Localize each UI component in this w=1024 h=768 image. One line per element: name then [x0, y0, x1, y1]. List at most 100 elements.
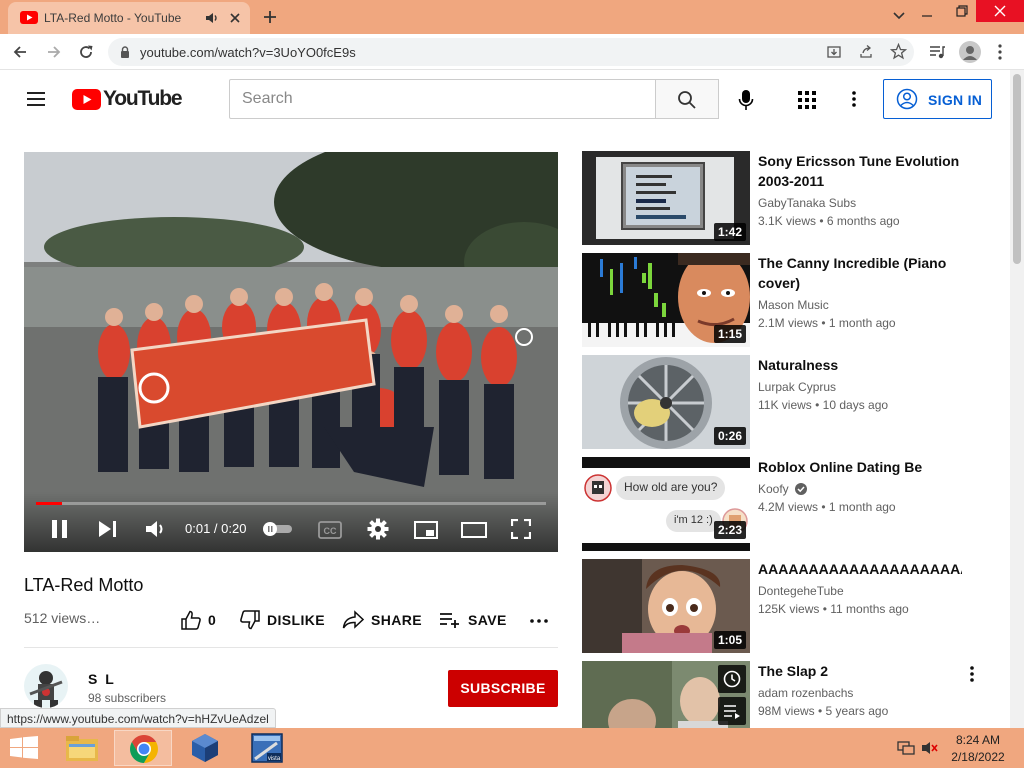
recommendation-title[interactable]: Sony Ericsson Tune Evolution 2003-2011: [758, 151, 963, 191]
subscribe-button[interactable]: SUBSCRIBE: [448, 670, 558, 707]
recommendation-title[interactable]: The Canny Incredible (Piano cover): [758, 253, 963, 293]
share-page-icon[interactable]: [858, 44, 874, 60]
forward-arrow-icon[interactable]: [46, 44, 62, 60]
virtualbox-taskbar-button[interactable]: [176, 730, 234, 766]
hamburger-menu-icon[interactable]: [26, 91, 46, 107]
recommendation-channel[interactable]: Lurpak Cyprus: [758, 380, 836, 394]
settings-gear-icon[interactable]: [367, 518, 389, 540]
pause-icon[interactable]: [51, 519, 69, 539]
vista-app-taskbar-button[interactable]: vista: [238, 730, 296, 766]
install-app-icon[interactable]: [826, 44, 842, 60]
channel-name[interactable]: S L: [88, 671, 116, 687]
back-arrow-icon[interactable]: [12, 44, 28, 60]
recommendation-channel[interactable]: adam rozenbachs: [758, 686, 853, 700]
browser-tab[interactable]: LTA-Red Motto - YouTube: [8, 2, 250, 34]
watch-later-button[interactable]: [718, 665, 746, 693]
recommendation-channel[interactable]: Mason Music: [758, 298, 829, 312]
start-menu-icon[interactable]: [10, 736, 38, 760]
page-scrollbar[interactable]: [1010, 70, 1024, 728]
volume-muted-icon[interactable]: [921, 740, 939, 756]
recommendation-title[interactable]: The Slap 2: [758, 661, 963, 681]
channel-avatar[interactable]: [24, 664, 68, 708]
like-button[interactable]: 0: [180, 606, 220, 634]
more-options-icon[interactable]: [970, 666, 974, 682]
media-controls-icon[interactable]: [928, 44, 946, 60]
channel-avatar-icon: [29, 671, 63, 708]
youtube-header: YouTube Search SIGN IN: [0, 70, 1010, 128]
dislike-button[interactable]: DISLIKE: [239, 606, 329, 634]
sign-in-label: SIGN IN: [928, 92, 983, 108]
video-thumbnail[interactable]: 1:15: [582, 253, 750, 347]
video-player[interactable]: 0:01 / 0:20 CC: [24, 152, 558, 552]
recommendation-item[interactable]: 1:15 The Canny Incredible (Piano cover) …: [582, 253, 1002, 347]
recommendation-meta: 98M views • 5 years ago: [758, 704, 889, 718]
scrollbar-thumb[interactable]: [1013, 74, 1021, 264]
reload-icon[interactable]: [78, 44, 94, 60]
recommendation-item[interactable]: The Slap 2 adam rozenbachs 98M views • 5…: [582, 661, 1002, 728]
recommendation-title[interactable]: AAAAAAAAAAAAAAAAAAAAAA: [758, 559, 962, 579]
video-thumbnail[interactable]: How old are you? i'm 12 :) 2:23: [582, 457, 750, 551]
theater-mode-icon[interactable]: [461, 521, 487, 539]
recommendation-channel[interactable]: Koofy: [758, 482, 808, 496]
video-duration: 1:15: [713, 325, 746, 343]
audio-playing-icon[interactable]: [204, 10, 220, 26]
clock-time[interactable]: 8:24 AM: [948, 733, 1008, 747]
new-tab-icon[interactable]: [262, 9, 278, 25]
video-thumbnail[interactable]: 0:26: [582, 355, 750, 449]
recommendation-item[interactable]: How old are you? i'm 12 :) 2:23 Roblox O…: [582, 457, 1002, 551]
next-video-icon[interactable]: [98, 520, 118, 538]
apps-grid-icon[interactable]: [798, 91, 816, 109]
file-explorer-taskbar-button[interactable]: [53, 730, 111, 766]
save-button[interactable]: SAVE: [439, 606, 509, 634]
volume-icon[interactable]: [145, 519, 167, 539]
tab-search-chevron-icon[interactable]: [892, 11, 906, 21]
youtube-logo[interactable]: YouTube: [72, 87, 183, 113]
search-button[interactable]: [655, 79, 719, 119]
minimize-window-icon[interactable]: [920, 10, 934, 22]
recommendation-channel[interactable]: DontegeheTube: [758, 584, 844, 598]
restore-window-icon[interactable]: [955, 4, 969, 18]
address-bar[interactable]: youtube.com/watch?v=3UoYO0fcE9s: [108, 38, 914, 66]
recommendation-meta: 3.1K views • 6 months ago: [758, 214, 900, 228]
recommendation-channel[interactable]: GabyTanaka Subs: [758, 196, 856, 210]
more-actions-icon[interactable]: [530, 619, 548, 623]
status-link-preview: https://www.youtube.com/watch?v=hHZvUeAd…: [0, 708, 276, 728]
browser-menu-icon[interactable]: [998, 44, 1002, 60]
fullscreen-icon[interactable]: [511, 519, 531, 539]
recommendation-item[interactable]: 1:05 AAAAAAAAAAAAAAAAAAAAAA DontegeheTub…: [582, 559, 1002, 653]
roblox-avatar-icon: [584, 474, 612, 502]
video-thumbnail[interactable]: 1:42: [582, 151, 750, 245]
video-thumbnail[interactable]: 1:05: [582, 559, 750, 653]
recommendation-item[interactable]: 1:42 Sony Ericsson Tune Evolution 2003-2…: [582, 151, 1002, 245]
close-window-button[interactable]: [976, 0, 1024, 22]
search-placeholder: Search: [242, 90, 293, 107]
share-button[interactable]: SHARE: [342, 606, 422, 634]
lock-icon[interactable]: [120, 46, 130, 58]
add-to-queue-button[interactable]: [718, 697, 746, 725]
network-icon[interactable]: [897, 740, 915, 756]
subtitles-icon[interactable]: CC: [318, 521, 342, 539]
view-count[interactable]: 512 views…: [24, 610, 100, 626]
chrome-taskbar-button[interactable]: [114, 730, 172, 766]
video-duration: 1:05: [713, 631, 746, 649]
close-tab-icon[interactable]: [228, 11, 242, 25]
recommendation-title[interactable]: Naturalness: [758, 355, 963, 375]
url-text[interactable]: youtube.com/watch?v=3UoYO0fcE9s: [140, 45, 356, 60]
miniplayer-icon[interactable]: [414, 521, 438, 539]
recommendation-title[interactable]: Roblox Online Dating Be Like...: [758, 457, 963, 477]
clock-date[interactable]: 2/18/2022: [948, 750, 1008, 764]
bookmark-star-icon[interactable]: [890, 43, 907, 60]
autoplay-toggle-icon[interactable]: [262, 522, 294, 536]
youtube-logo-icon: [72, 89, 101, 110]
recommendation-item[interactable]: 0:26 Naturalness Lurpak Cyprus 11K views…: [582, 355, 1002, 449]
settings-menu-icon[interactable]: [852, 91, 856, 107]
search-input[interactable]: Search: [229, 79, 656, 119]
profile-avatar-icon[interactable]: [959, 41, 981, 63]
section-divider: [24, 647, 558, 648]
video-thumbnail[interactable]: [582, 661, 750, 728]
sign-in-button[interactable]: SIGN IN: [883, 79, 992, 119]
microphone-icon[interactable]: [738, 89, 754, 111]
dislike-label: DISLIKE: [267, 612, 326, 628]
progress-bar[interactable]: [36, 502, 546, 505]
thumbs-down-icon: [240, 610, 260, 630]
